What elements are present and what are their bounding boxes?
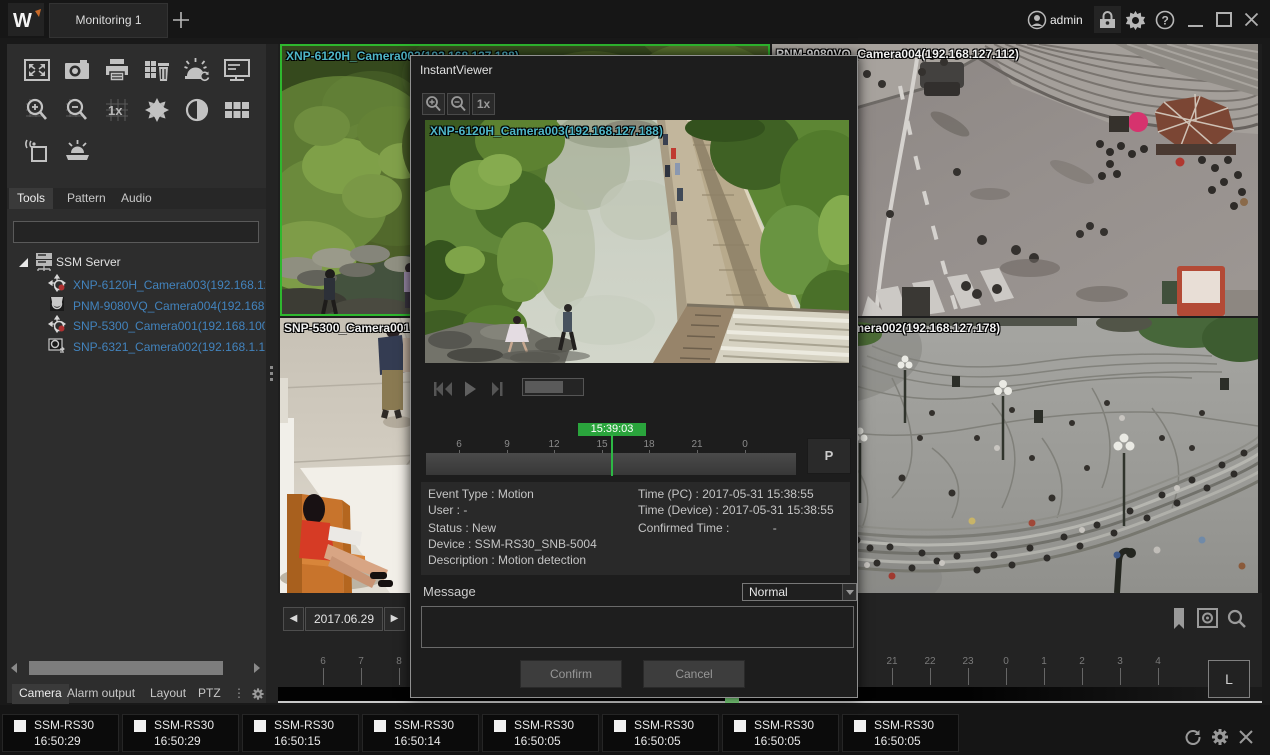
svg-text:1x: 1x	[108, 103, 123, 118]
svg-text:W: W	[13, 10, 32, 32]
svg-text:?: ?	[1162, 14, 1169, 28]
